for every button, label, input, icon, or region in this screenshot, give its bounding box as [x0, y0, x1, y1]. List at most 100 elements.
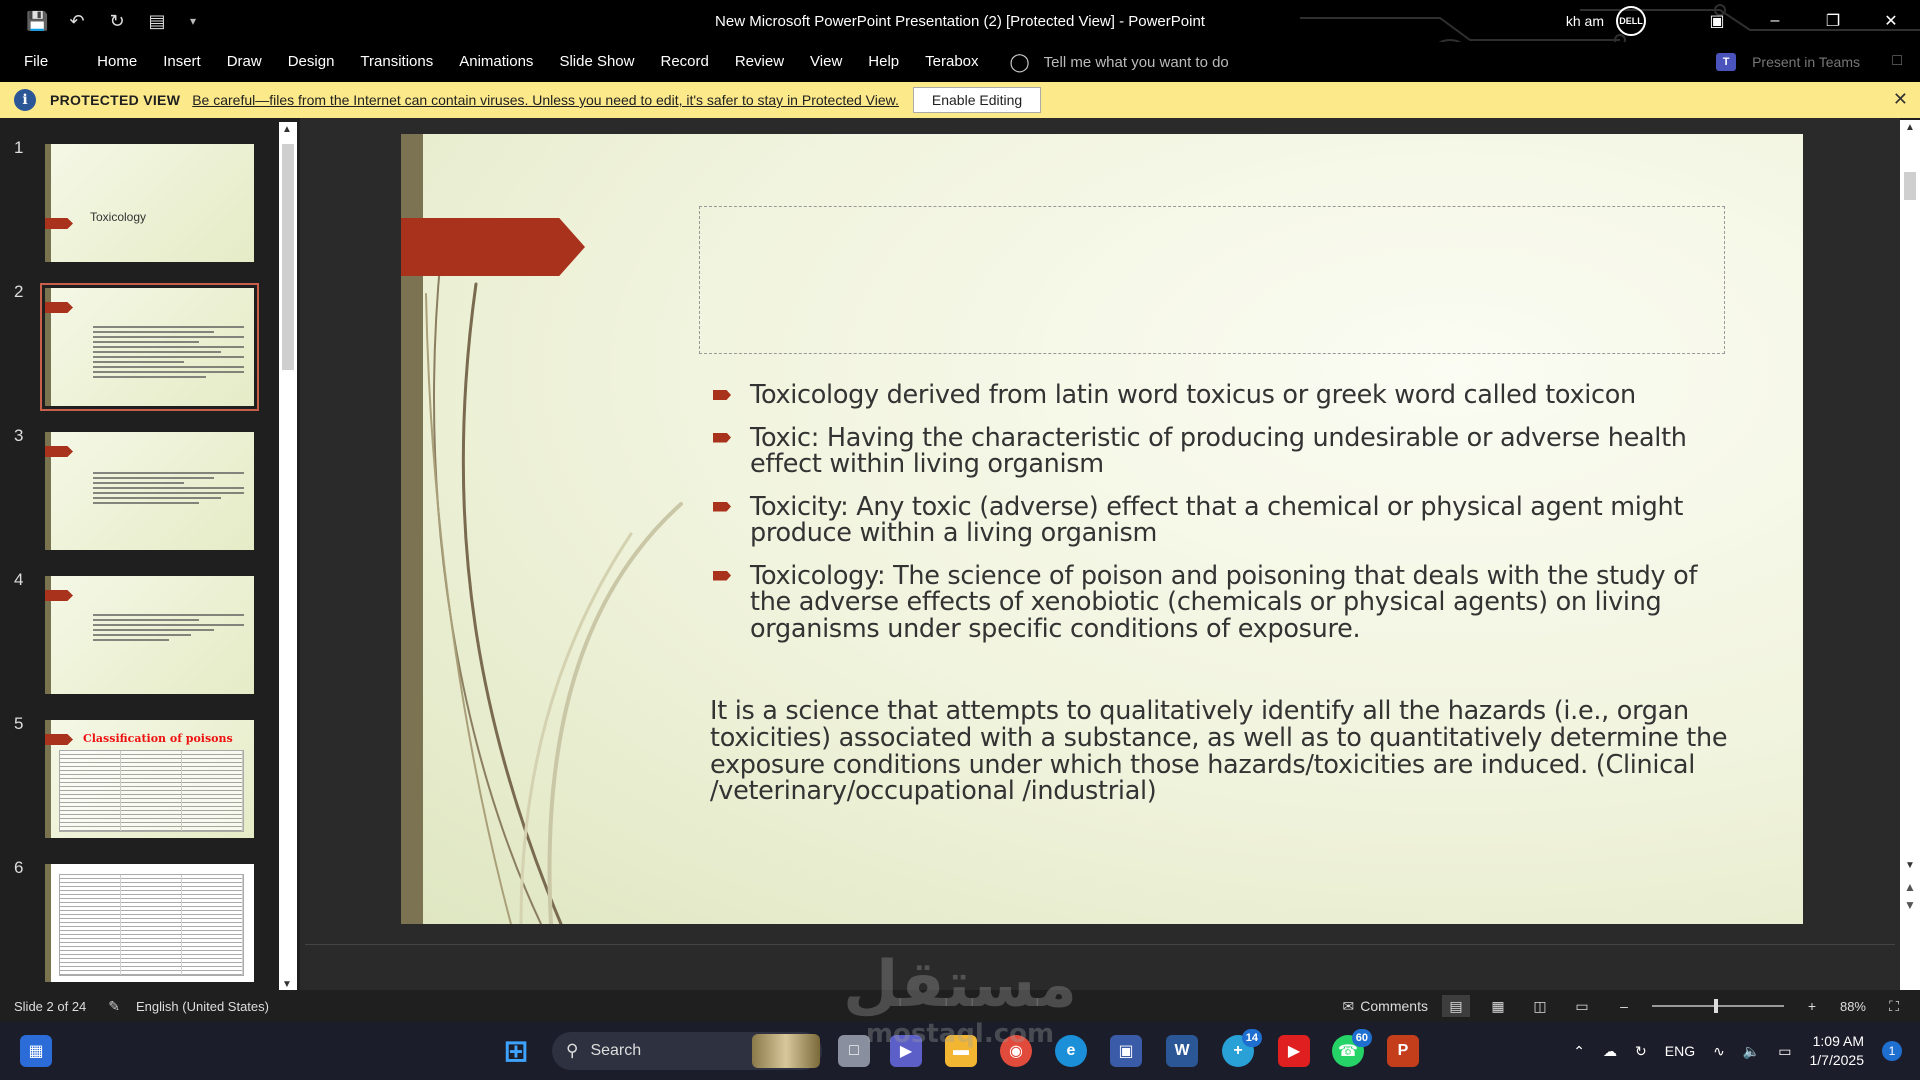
tab-insert[interactable]: Insert: [150, 42, 214, 82]
present-in-teams-button[interactable]: T Present in Teams: [1716, 42, 1860, 82]
slide-show-icon[interactable]: ▭: [1568, 995, 1596, 1017]
search-icon: ⚲: [566, 1041, 579, 1060]
bullet-list[interactable]: Toxicology derived from latin word toxic…: [711, 382, 1741, 658]
tab-draw[interactable]: Draw: [214, 42, 275, 82]
battery-icon[interactable]: ▭: [1778, 1043, 1791, 1060]
meet-icon[interactable]: ▶: [890, 1035, 922, 1067]
title-placeholder[interactable]: [699, 206, 1725, 354]
messaging-icon[interactable]: +14: [1222, 1029, 1262, 1067]
present-in-teams-label: Present in Teams: [1752, 54, 1860, 70]
previous-slide-icon[interactable]: ▲: [1904, 880, 1916, 894]
accessibility-icon[interactable]: ✎: [108, 998, 120, 1015]
file-explorer-icon[interactable]: ▬: [945, 1035, 977, 1067]
slide-thumbnail-3[interactable]: [45, 432, 254, 550]
tab-slide-show[interactable]: Slide Show: [546, 42, 647, 82]
thumbnail-number: 6: [14, 858, 24, 877]
scroll-down-icon[interactable]: ▼: [282, 979, 292, 990]
clock-date: 1/7/2025: [1809, 1052, 1865, 1068]
slide-thumbnail-6[interactable]: [45, 864, 254, 982]
input-language[interactable]: ENG: [1665, 1043, 1695, 1059]
next-slide-icon[interactable]: ▼: [1904, 898, 1916, 912]
tell-me-search[interactable]: ◯ Tell me what you want to do: [1010, 52, 1229, 73]
notes-divider[interactable]: [305, 944, 1895, 945]
youtube-icon[interactable]: ▶: [1278, 1035, 1310, 1067]
powerpoint-icon[interactable]: P: [1387, 1035, 1419, 1067]
tab-view[interactable]: View: [797, 42, 855, 82]
tab-record[interactable]: Record: [647, 42, 721, 82]
notification-center[interactable]: 1: [1882, 1041, 1902, 1061]
chrome-icon[interactable]: ◉: [1000, 1035, 1032, 1067]
save-icon[interactable]: 💾: [26, 10, 48, 32]
notification-badge: 60: [1351, 1029, 1372, 1047]
fit-slide-icon[interactable]: ⛶: [1880, 995, 1908, 1017]
scroll-up-icon[interactable]: ▲: [1905, 122, 1915, 133]
scroll-handle[interactable]: [282, 144, 294, 370]
comments-button[interactable]: ✉ Comments: [1343, 998, 1428, 1015]
tab-terabox[interactable]: Terabox: [912, 42, 991, 82]
reading-view-icon[interactable]: ◫: [1526, 995, 1554, 1017]
thumbnail-scrollbar[interactable]: ▲ ▼: [279, 122, 297, 992]
info-icon: i: [14, 89, 36, 111]
start-from-beginning-icon[interactable]: ▤: [146, 10, 168, 32]
protected-view-bar: i PROTECTED VIEW Be careful—files from t…: [0, 82, 1920, 118]
slide-thumbnail-2[interactable]: [40, 283, 259, 411]
zoom-in-icon[interactable]: +: [1798, 995, 1826, 1017]
normal-view-icon[interactable]: ▤: [1441, 995, 1470, 1017]
title-bar: 💾 ↶ ↻ ▤ ▾ New Microsoft PowerPoint Prese…: [0, 0, 1920, 42]
store-icon[interactable]: ▣: [1110, 1035, 1142, 1067]
tell-me-text: Tell me what you want to do: [1043, 53, 1229, 71]
task-view-icon[interactable]: □: [838, 1035, 870, 1067]
zoom-level[interactable]: 88%: [1840, 999, 1866, 1014]
start-icon[interactable]: ⊞: [500, 1035, 532, 1068]
current-slide[interactable]: Toxicology derived from latin word toxic…: [401, 134, 1803, 924]
widgets-icon[interactable]: ▦: [20, 1035, 52, 1067]
dell-logo: DELL: [1616, 6, 1646, 36]
wifi-icon[interactable]: ∿: [1713, 1043, 1725, 1060]
slide-sorter-icon[interactable]: ▦: [1484, 995, 1512, 1017]
protected-view-message[interactable]: Be careful—files from the Internet can c…: [192, 92, 899, 108]
slide-counter: Slide 2 of 24: [14, 998, 87, 1014]
scroll-up-icon[interactable]: ▲: [282, 124, 292, 135]
tab-animations[interactable]: Animations: [446, 42, 546, 82]
user-name[interactable]: kh am: [1566, 13, 1604, 29]
ribbon-display-icon[interactable]: ▣: [1688, 0, 1746, 42]
onedrive-icon[interactable]: ☁: [1603, 1043, 1617, 1060]
scroll-down-icon[interactable]: ▼: [1905, 860, 1915, 871]
slide-thumbnail-5[interactable]: Classification of poisons: [45, 720, 254, 838]
volume-icon[interactable]: 🔈: [1743, 1043, 1760, 1060]
sync-icon[interactable]: ↻: [1635, 1043, 1647, 1060]
clock[interactable]: 1:09 AM 1/7/2025: [1810, 1032, 1865, 1070]
tab-home[interactable]: Home: [84, 42, 150, 82]
tab-transitions[interactable]: Transitions: [347, 42, 446, 82]
enable-editing-button[interactable]: Enable Editing: [912, 87, 1042, 113]
chevron-up-icon[interactable]: ⌃: [1573, 1043, 1585, 1060]
tab-design[interactable]: Design: [275, 42, 348, 82]
customize-icon[interactable]: ▾: [186, 10, 200, 32]
undo-icon[interactable]: ↶: [66, 10, 88, 32]
edge-icon[interactable]: e: [1055, 1035, 1087, 1067]
scroll-handle[interactable]: [1904, 172, 1916, 200]
zoom-slider-thumb[interactable]: [1713, 999, 1718, 1013]
zoom-slider[interactable]: [1651, 999, 1784, 1013]
search-highlight-image[interactable]: [752, 1034, 820, 1068]
zoom-out-icon[interactable]: –: [1610, 995, 1638, 1017]
slide-thumbnail-4[interactable]: [45, 576, 254, 694]
clock-time: 1:09 AM: [1812, 1033, 1864, 1049]
comment-icon[interactable]: □: [1892, 52, 1902, 70]
lightbulb-icon: ◯: [1009, 51, 1030, 72]
language-status[interactable]: English (United States): [136, 999, 269, 1014]
tab-review[interactable]: Review: [722, 42, 797, 82]
tab-help[interactable]: Help: [855, 42, 912, 82]
slide-thumbnail-1[interactable]: Toxicology: [45, 144, 254, 262]
word-icon[interactable]: W: [1166, 1035, 1198, 1067]
tab-file[interactable]: File: [0, 42, 84, 82]
minimize-icon[interactable]: –: [1746, 0, 1804, 42]
close-icon[interactable]: ✕: [1862, 0, 1920, 42]
body-paragraph[interactable]: It is a science that attempts to qualita…: [710, 698, 1760, 805]
restore-icon[interactable]: ❐: [1804, 0, 1862, 42]
slide-scrollbar[interactable]: ▲ ▼ ▲ ▼: [1900, 120, 1920, 992]
close-icon[interactable]: ✕: [1893, 89, 1908, 110]
whatsapp-icon[interactable]: ☎ 60: [1332, 1029, 1372, 1067]
redo-icon[interactable]: ↻: [106, 10, 128, 32]
bullet-item: Toxicology derived from latin word toxic…: [711, 382, 1741, 409]
